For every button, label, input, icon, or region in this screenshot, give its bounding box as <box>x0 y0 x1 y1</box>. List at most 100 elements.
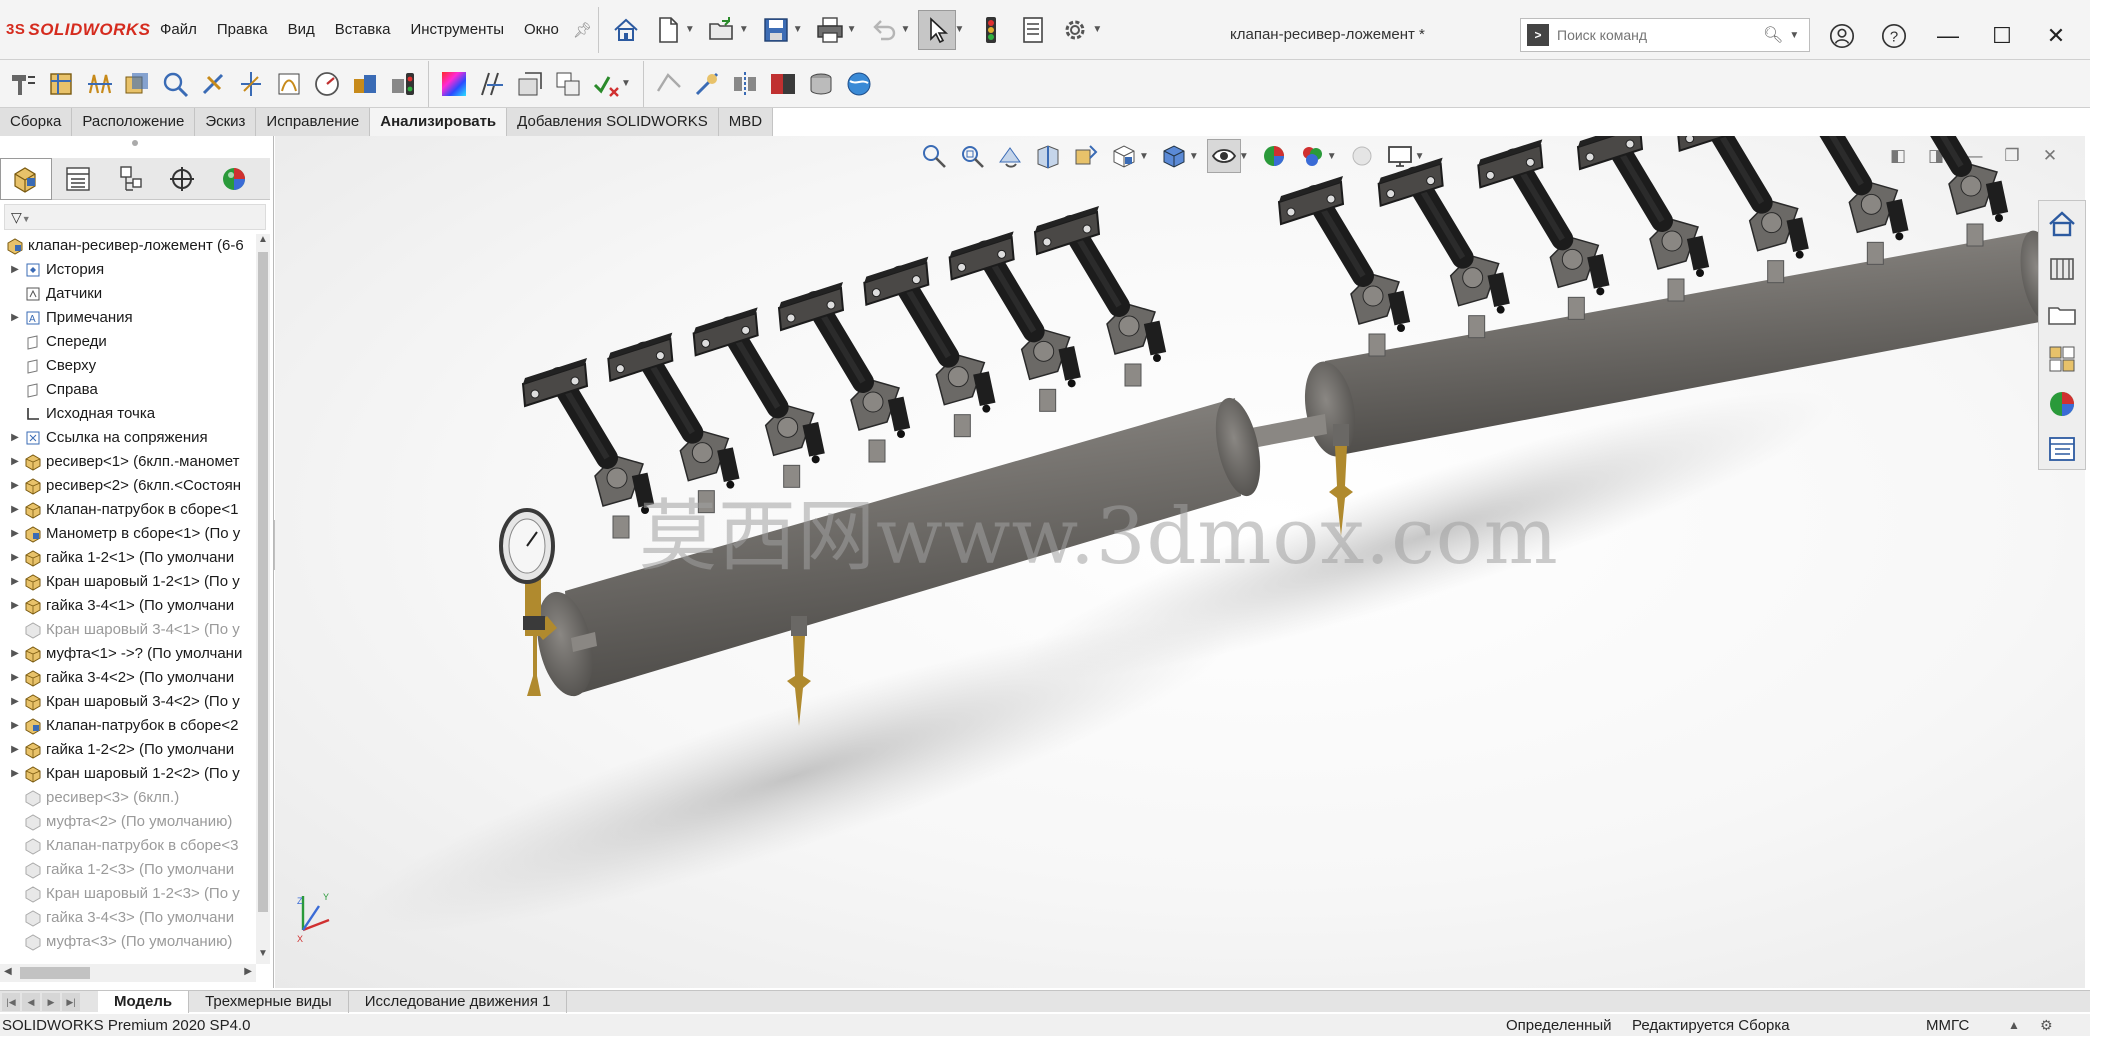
chevron-down-icon[interactable]: ▼ <box>1789 30 1799 41</box>
expand-arrow-icon[interactable]: ▶ <box>8 258 22 282</box>
tree-item[interactable]: гайка 1-2<3> (По умолчани <box>0 858 256 882</box>
menu-insert[interactable]: Вставка <box>325 0 401 60</box>
chevron-down-icon[interactable]: ▼ <box>621 78 631 89</box>
tree-item[interactable]: ▶ A Примечания <box>0 306 256 330</box>
scroll-right-icon[interactable]: ▶ <box>244 966 252 977</box>
tab-assembly[interactable]: Сборка <box>0 108 73 136</box>
expand-arrow-icon[interactable]: ▶ <box>8 594 22 618</box>
maximize-icon[interactable]: ☐ <box>1982 16 2022 56</box>
previous-tab-icon[interactable]: ◀ <box>22 992 40 1011</box>
mass-properties-icon[interactable] <box>82 65 116 103</box>
draft-analysis-icon[interactable] <box>475 65 509 103</box>
interference-detection-icon[interactable] <box>6 65 40 103</box>
file-explorer-icon[interactable] <box>2039 291 2085 336</box>
pin-icon[interactable]: 📌︎ <box>573 21 592 39</box>
expand-arrow-icon[interactable]: ▶ <box>8 426 22 450</box>
menu-view[interactable]: Вид <box>278 0 325 60</box>
new-document-icon[interactable] <box>649 10 687 50</box>
units-selector[interactable]: ММГС <box>1926 1017 1969 1034</box>
costing-icon[interactable] <box>804 65 838 103</box>
tree-item[interactable]: ресивер<3> (6клп.) <box>0 786 256 810</box>
tree-item[interactable]: Исходная точка <box>0 402 256 426</box>
tab-solidworks-addins[interactable]: Добавления SOLIDWORKS <box>507 108 719 136</box>
expand-arrow-icon[interactable]: ▶ <box>8 498 22 522</box>
expand-arrow-icon[interactable]: ▶ <box>8 522 22 546</box>
tab-markup[interactable]: Исправление <box>256 108 371 136</box>
chevron-down-icon[interactable]: ▼ <box>739 24 749 35</box>
chevron-down-icon[interactable]: ▼ <box>847 24 857 35</box>
close-icon[interactable]: ✕ <box>2036 16 2076 56</box>
next-tab-icon[interactable]: ▶ <box>42 992 60 1011</box>
expand-arrow-icon[interactable]: ▶ <box>8 714 22 738</box>
tree-item[interactable]: ▶ гайка 1-2<2> (По умолчани <box>0 738 256 762</box>
featuremanager-tree-icon[interactable] <box>0 158 52 200</box>
expand-arrow-icon[interactable]: ▶ <box>8 450 22 474</box>
compare-documents-icon[interactable] <box>766 65 800 103</box>
expand-arrow-icon[interactable]: ▶ <box>8 690 22 714</box>
propertymanager-icon[interactable] <box>52 158 104 200</box>
tab-evaluate[interactable]: Анализировать <box>370 108 508 136</box>
appearances-scenes-icon[interactable] <box>2039 381 2085 426</box>
tree-item[interactable]: ▶ ресивер<2> (6клп.<Состоян <box>0 474 256 498</box>
tree-item[interactable]: муфта<2> (По умолчанию) <box>0 810 256 834</box>
tooltip-quick-tips-icon[interactable]: ⚙︎ <box>2040 1017 2053 1034</box>
chevron-down-icon[interactable]: ▼ <box>954 24 964 35</box>
select-pointer-icon[interactable] <box>918 9 957 50</box>
help-icon[interactable]: ? <box>1874 16 1914 56</box>
section-properties-icon[interactable] <box>120 65 154 103</box>
check-assembly-icon[interactable] <box>234 65 268 103</box>
scroll-down-icon[interactable]: ▼ <box>256 948 270 964</box>
chevron-up-icon[interactable]: ▲ <box>2008 1018 2020 1032</box>
expand-arrow-icon[interactable]: ▶ <box>8 762 22 786</box>
geometry-analysis-icon[interactable] <box>652 65 686 103</box>
thickness-analysis-icon[interactable] <box>690 65 724 103</box>
hole-alignment-icon[interactable] <box>348 65 382 103</box>
design-library-icon[interactable] <box>2039 246 2085 291</box>
tree-item[interactable]: Датчики <box>0 282 256 306</box>
tree-item[interactable]: ▶ муфта<1> ->? (По умолчани <box>0 642 256 666</box>
sustainability-icon[interactable] <box>842 65 876 103</box>
tree-item[interactable]: ▶ Кран шаровый 1-2<2> (По у <box>0 762 256 786</box>
options-gear-icon[interactable] <box>1056 10 1094 50</box>
tree-item[interactable]: ▶ Кран шаровый 3-4<2> (По у <box>0 690 256 714</box>
save-icon[interactable] <box>757 10 795 50</box>
rebuild-traffic-light-icon[interactable] <box>972 10 1010 50</box>
view-palette-icon[interactable] <box>2039 336 2085 381</box>
menu-window[interactable]: Окно <box>514 0 569 60</box>
tab-motion-study[interactable]: Исследование движения 1 <box>349 990 568 1013</box>
chevron-down-icon[interactable]: ▼ <box>1092 24 1102 35</box>
dimxpertmanager-icon[interactable] <box>156 158 208 200</box>
last-tab-icon[interactable]: ▶| <box>62 992 80 1011</box>
custom-properties-icon[interactable] <box>2039 426 2085 471</box>
solidworks-resources-home-icon[interactable] <box>2039 201 2085 246</box>
search-icon[interactable]: 🔍︎ <box>1763 25 1783 45</box>
tree-filter[interactable]: ▽▼ <box>4 204 266 230</box>
sensor-icon[interactable] <box>158 65 192 103</box>
solidworks-logo[interactable]: 3S SOLIDWORKS <box>6 20 150 40</box>
symmetry-check-icon[interactable] <box>728 65 762 103</box>
menu-edit[interactable]: Правка <box>207 0 278 60</box>
scroll-left-icon[interactable]: ◀ <box>4 966 12 977</box>
measure-icon[interactable] <box>44 65 78 103</box>
panel-grip-icon[interactable] <box>132 140 138 146</box>
tree-item[interactable]: Спереди <box>0 330 256 354</box>
expand-arrow-icon[interactable]: ▶ <box>8 546 22 570</box>
menu-file[interactable]: Файл <box>150 0 207 60</box>
tree-item[interactable]: ▶ ресивер<1> (6клп.-маномет <box>0 450 256 474</box>
tree-item[interactable]: ▶ гайка 1-2<1> (По умолчани <box>0 546 256 570</box>
tree-item[interactable]: ▶ История <box>0 258 256 282</box>
menu-tools[interactable]: Инструменты <box>400 0 514 60</box>
tab-layout[interactable]: Расположение <box>72 108 196 136</box>
tree-vertical-scrollbar[interactable]: ▲ ▼ <box>256 234 270 964</box>
tree-root-assembly[interactable]: клапан-ресивер-ложемент (6-6 <box>0 234 256 258</box>
command-search[interactable]: > 🔍︎ ▼ <box>1520 18 1810 52</box>
scroll-thumb[interactable] <box>258 252 268 912</box>
traffic-light-icon[interactable] <box>386 65 420 103</box>
curvature-icon[interactable] <box>272 65 306 103</box>
performance-evaluation-icon[interactable] <box>310 65 344 103</box>
tab-mbd[interactable]: MBD <box>718 108 774 136</box>
minimize-icon[interactable]: — <box>1928 16 1968 56</box>
tree-item[interactable]: ▶ гайка 3-4<2> (По умолчани <box>0 666 256 690</box>
tree-item[interactable]: Клапан-патрубок в сборе<3 <box>0 834 256 858</box>
tree-item[interactable]: Сверху <box>0 354 256 378</box>
